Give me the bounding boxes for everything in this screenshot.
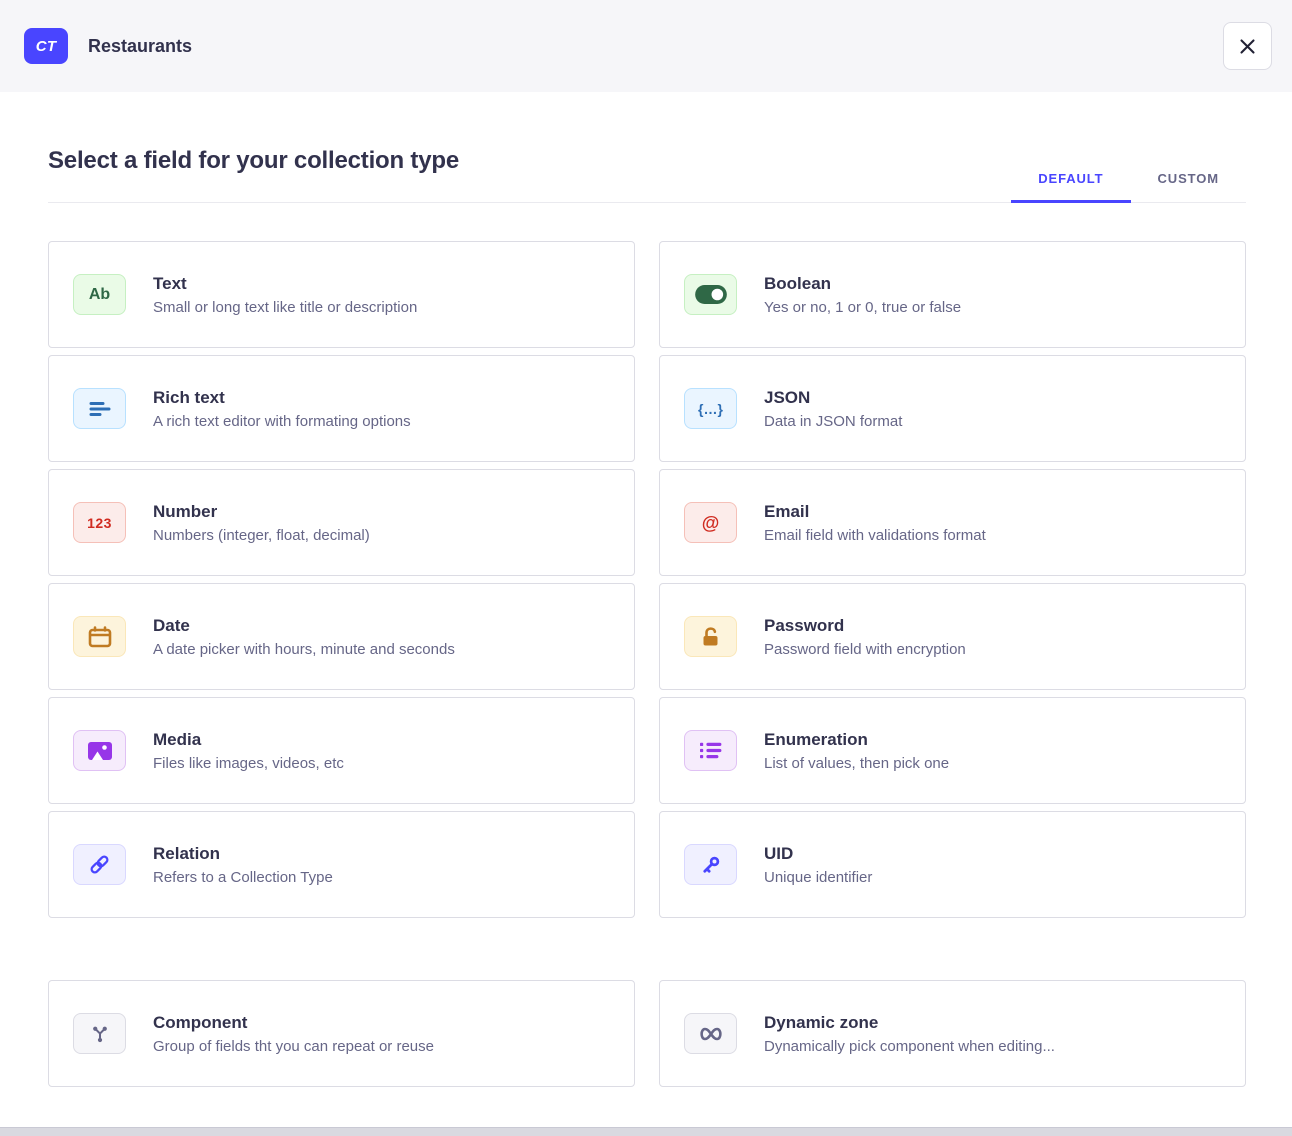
page-title: Select a field for your collection type <box>48 147 459 175</box>
field-icon-box <box>684 730 737 771</box>
field-description: Refers to a Collection Type <box>153 869 333 886</box>
field-title: Date <box>153 616 455 636</box>
field-card-enumeration[interactable]: Enumeration List of values, then pick on… <box>659 697 1246 804</box>
field-icon-box <box>73 730 126 771</box>
footer-divider <box>0 1127 1292 1136</box>
field-description: A rich text editor with formating option… <box>153 413 411 430</box>
field-description: A date picker with hours, minute and sec… <box>153 641 455 658</box>
field-card-json[interactable]: {…} JSON Data in JSON format <box>659 355 1246 462</box>
lock-icon <box>701 626 721 647</box>
field-title: Password <box>764 616 966 636</box>
field-title: JSON <box>764 388 902 408</box>
ab-icon: Ab <box>89 287 110 303</box>
field-title: Number <box>153 502 370 522</box>
field-title: Boolean <box>764 274 961 294</box>
close-button[interactable] <box>1223 22 1272 70</box>
field-description: Password field with encryption <box>764 641 966 658</box>
infinity-icon <box>697 1026 725 1042</box>
field-title: Dynamic zone <box>764 1013 1055 1033</box>
field-card-boolean[interactable]: Boolean Yes or no, 1 or 0, true or false <box>659 241 1246 348</box>
content-type-badge: CT <box>24 28 68 64</box>
field-card-number[interactable]: 123 Number Numbers (integer, float, deci… <box>48 469 635 576</box>
field-icon-box: @ <box>684 502 737 543</box>
field-card-email[interactable]: @ Email Email field with validations for… <box>659 469 1246 576</box>
calendar-icon <box>88 626 112 648</box>
close-icon <box>1239 38 1256 55</box>
tab-default[interactable]: DEFAULT <box>1011 171 1130 202</box>
field-title: Text <box>153 274 417 294</box>
field-icon-box <box>684 844 737 885</box>
rich-text-lines-icon <box>89 401 111 417</box>
field-card-text[interactable]: Ab Text Small or long text like title or… <box>48 241 635 348</box>
field-card-date[interactable]: Date A date picker with hours, minute an… <box>48 583 635 690</box>
field-description: Group of fields tht you can repeat or re… <box>153 1038 434 1055</box>
field-icon-box <box>73 844 126 885</box>
email-at-icon: @ <box>702 514 720 532</box>
boolean-toggle-icon <box>695 285 727 304</box>
field-icon-box: {…} <box>684 388 737 429</box>
field-title: Relation <box>153 844 333 864</box>
media-image-icon <box>88 742 112 760</box>
field-icon-box <box>684 616 737 657</box>
field-card-dynamic-zone[interactable]: Dynamic zone Dynamically pick component … <box>659 980 1246 1087</box>
special-fields-grid: Component Group of fields tht you can re… <box>48 980 1246 1087</box>
number-123-icon: 123 <box>87 516 112 530</box>
modal-body: Select a field for your collection type … <box>0 92 1292 1087</box>
field-description: Unique identifier <box>764 869 872 886</box>
field-icon-box <box>73 388 126 429</box>
relation-link-icon <box>88 853 111 876</box>
field-icon-box: 123 <box>73 502 126 543</box>
field-card-media[interactable]: Media Files like images, videos, etc <box>48 697 635 804</box>
default-fields-grid: Ab Text Small or long text like title or… <box>48 241 1246 918</box>
field-description: Small or long text like title or descrip… <box>153 299 417 316</box>
title-row: Select a field for your collection type … <box>48 92 1246 203</box>
json-braces-icon: {…} <box>698 402 723 416</box>
field-icon-box: Ab <box>73 274 126 315</box>
field-card-rich-text[interactable]: Rich text A rich text editor with format… <box>48 355 635 462</box>
content-type-title: Restaurants <box>88 36 192 57</box>
field-description: List of values, then pick one <box>764 755 949 772</box>
field-title: UID <box>764 844 872 864</box>
tab-bar: DEFAULT CUSTOM <box>1011 171 1246 202</box>
field-title: Media <box>153 730 344 750</box>
field-description: Dynamically pick component when editing.… <box>764 1038 1055 1055</box>
enumeration-list-icon <box>700 742 722 759</box>
field-description: Yes or no, 1 or 0, true or false <box>764 299 961 316</box>
field-description: Email field with validations format <box>764 527 986 544</box>
tab-custom[interactable]: CUSTOM <box>1131 171 1247 202</box>
field-title: Email <box>764 502 986 522</box>
field-icon-box <box>684 1013 737 1054</box>
field-icon-box <box>684 274 737 315</box>
field-description: Data in JSON format <box>764 413 902 430</box>
field-icon-box <box>73 616 126 657</box>
field-icon-box <box>73 1013 126 1054</box>
field-title: Component <box>153 1013 434 1033</box>
field-title: Enumeration <box>764 730 949 750</box>
modal-header: CT Restaurants <box>0 0 1292 92</box>
field-card-relation[interactable]: Relation Refers to a Collection Type <box>48 811 635 918</box>
key-icon <box>700 854 722 876</box>
field-card-password[interactable]: Password Password field with encryption <box>659 583 1246 690</box>
component-branch-icon <box>89 1023 111 1045</box>
field-title: Rich text <box>153 388 411 408</box>
field-card-component[interactable]: Component Group of fields tht you can re… <box>48 980 635 1087</box>
field-card-uid[interactable]: UID Unique identifier <box>659 811 1246 918</box>
field-description: Files like images, videos, etc <box>153 755 344 772</box>
field-description: Numbers (integer, float, decimal) <box>153 527 370 544</box>
